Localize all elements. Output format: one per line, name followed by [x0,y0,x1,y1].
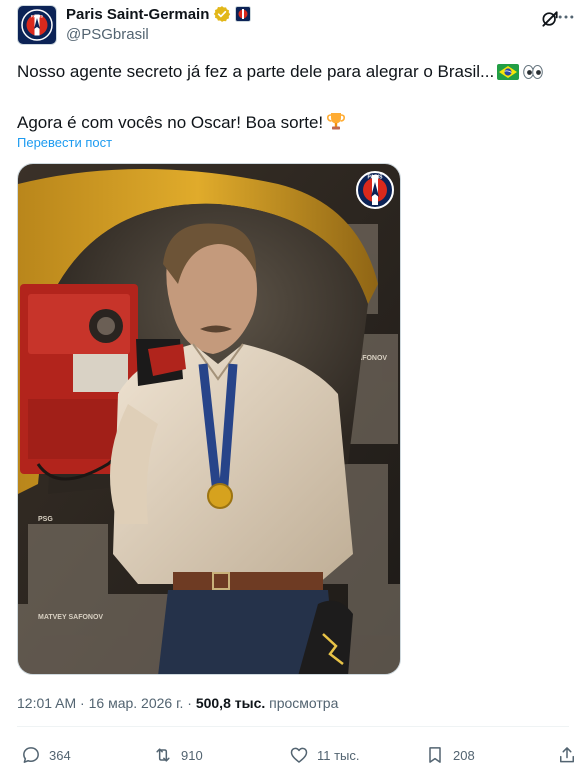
share-button[interactable] [557,740,577,770]
tweet-actions: 364 910 11 тыс. 208 [17,740,577,770]
meta-separator: · [80,695,85,711]
share-icon [560,747,574,763]
bookmark-count: 208 [453,747,475,763]
tweet-text-line-1: Nosso agente secreto já fez a parte dele… [17,60,572,87]
tweet-text-line-2: Agora é com vocês no Oscar! Boa sorte! [17,111,572,138]
bookmark-button[interactable]: 208 [425,740,475,770]
poster-label-name-2: MATVEY SAFONOV [38,614,103,621]
tweet-media-image[interactable]: PSG MATVEY SAFONOV MATVEY SAFONOV PSG MA… [17,163,401,675]
divider [17,726,569,727]
psg-crest-icon: PARIS [356,171,394,209]
reply-button[interactable]: 364 [21,740,71,770]
brazil-flag-emoji [497,63,520,87]
tweet-time[interactable]: 12:01 AM [17,695,76,711]
repost-button[interactable]: 910 [153,740,203,770]
reply-icon [23,747,39,763]
like-button[interactable]: 11 тыс. [289,740,360,770]
psg-crest-icon: PARIS [21,9,53,41]
tweet-meta: 12:01 AM · 16 мар. 2026 г. · 500,8 тыс. … [17,695,338,711]
tweet-card[interactable]: PARIS Paris Saint-Germain @PSGbrasil Nos… [0,0,586,775]
tweet-date[interactable]: 16 мар. 2026 г. [89,695,184,711]
gold-verified-badge-icon[interactable] [213,5,231,23]
media-illustration: PSG MATVEY SAFONOV MATVEY SAFONOV PSG MA… [18,164,400,674]
views-count: 500,8 тыс. [195,695,266,711]
like-count: 11 тыс. [317,747,360,763]
eyes-emoji [522,63,544,87]
views-label: просмотра [269,695,339,711]
avatar[interactable]: PARIS [17,5,57,45]
repost-count: 910 [181,747,203,763]
heart-icon [290,747,308,763]
tweet-header: PARIS Paris Saint-Germain @PSGbrasil [17,5,576,49]
author-display-name[interactable]: Paris Saint-Germain [66,6,209,23]
psg-affiliate-badge-icon[interactable] [235,6,252,22]
tweet-text: Nosso agente secreto já fez a parte dele… [17,60,572,138]
svg-text:PARIS: PARIS [368,175,384,181]
reply-count: 364 [49,747,71,763]
meta-separator: · [187,695,192,711]
svg-text:PARIS: PARIS [31,14,43,19]
translate-post-link[interactable]: Перевести пост [17,135,112,150]
bookmark-icon [429,747,441,763]
more-options-icon[interactable] [556,7,576,32]
trophy-emoji [326,111,346,138]
poster-label-psg-2: PSG [38,516,53,523]
author-names: Paris Saint-Germain @PSGbrasil [66,5,252,43]
author-handle[interactable]: @PSGbrasil [66,26,251,43]
repost-icon [156,748,170,762]
